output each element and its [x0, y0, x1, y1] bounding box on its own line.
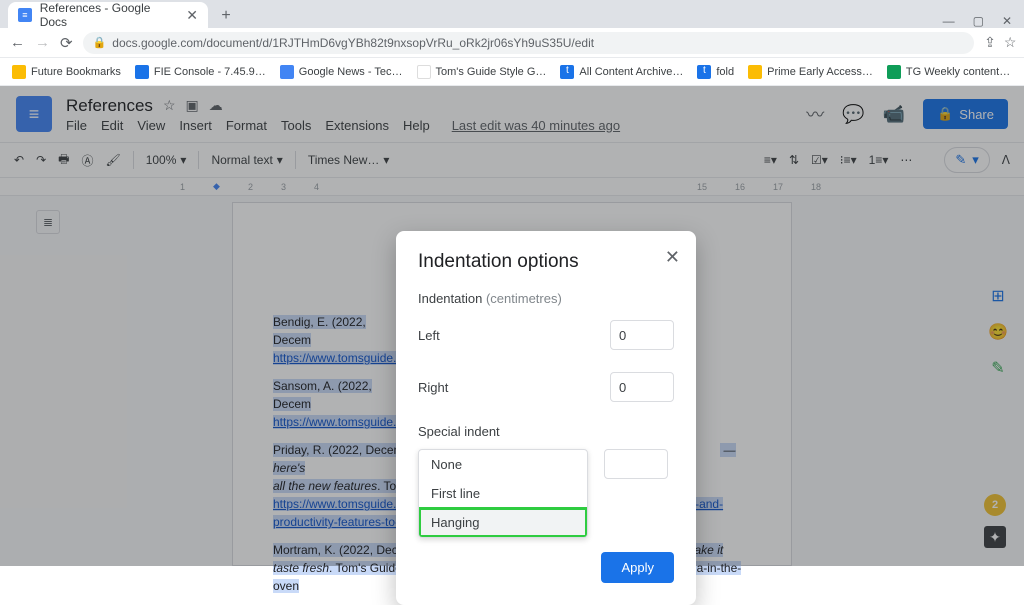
bookmark-item[interactable]: Google News - Tec…	[280, 65, 403, 79]
tab-title: References - Google Docs	[40, 1, 179, 29]
option-first-line[interactable]: First line	[419, 479, 587, 508]
sheets-icon	[887, 65, 901, 79]
browser-tab[interactable]: ≡ References - Google Docs ✕	[8, 2, 208, 28]
site-icon	[135, 65, 149, 79]
right-indent-input[interactable]	[610, 372, 674, 402]
bookmarks-bar: Future Bookmarks FIE Console - 7.45.9… G…	[0, 58, 1024, 86]
url-text: docs.google.com/document/d/1RJTHmD6vgYBh…	[112, 36, 594, 50]
site-icon: t	[560, 65, 574, 79]
minimize-icon[interactable]: —	[943, 14, 955, 28]
bookmark-item[interactable]: TG Weekly content…	[887, 65, 1010, 79]
browser-tabstrip: ≡ References - Google Docs ✕ + — ▢ ✕	[0, 0, 1024, 28]
back-icon[interactable]: ←	[10, 34, 25, 51]
docs-app: ≡ References ☆ ▣ ☁ File Edit View Insert…	[0, 86, 1024, 566]
site-icon: t	[697, 65, 711, 79]
share-page-icon[interactable]: ⇪	[984, 34, 996, 51]
window-controls: — ▢ ✕	[943, 14, 1024, 28]
folder-icon	[12, 65, 26, 79]
apply-button[interactable]: Apply	[601, 552, 674, 583]
indentation-section-label: Indentation (centimetres)	[418, 291, 674, 306]
close-window-icon[interactable]: ✕	[1002, 14, 1012, 28]
special-indent-dropdown: None First line Hanging	[418, 449, 588, 538]
bookmark-item[interactable]: tAll Content Archive…	[560, 65, 683, 79]
bookmark-item[interactable]: tfold	[697, 65, 734, 79]
bookmark-item[interactable]: Prime Early Access…	[748, 65, 873, 79]
lock-icon: 🔒	[93, 36, 107, 49]
bookmark-item[interactable]: Future Bookmarks	[12, 65, 121, 79]
google-icon	[417, 65, 431, 79]
close-tab-icon[interactable]: ✕	[186, 7, 198, 24]
forward-icon[interactable]: →	[35, 34, 50, 51]
left-indent-label: Left	[418, 328, 440, 343]
indentation-options-dialog: ✕ Indentation options Indentation (centi…	[396, 231, 696, 605]
star-icon[interactable]: ☆	[1004, 34, 1017, 51]
special-indent-value-input[interactable]	[604, 449, 668, 479]
maximize-icon[interactable]: ▢	[973, 14, 984, 28]
left-indent-input[interactable]	[610, 320, 674, 350]
extension-icons: ⇪ ☆ ⛓ H ◧ β ◆ II ✦ ☰ ▣ ⋮	[984, 33, 1024, 53]
bookmark-item[interactable]: Tom's Guide Style G…	[417, 65, 547, 79]
option-hanging[interactable]: Hanging	[419, 508, 587, 537]
site-icon	[280, 65, 294, 79]
reload-icon[interactable]: ⟳	[60, 34, 73, 52]
url-box[interactable]: 🔒 docs.google.com/document/d/1RJTHmD6vgY…	[83, 32, 975, 54]
site-icon	[748, 65, 762, 79]
close-dialog-icon[interactable]: ✕	[665, 247, 680, 268]
docs-favicon-icon: ≡	[18, 8, 32, 22]
right-indent-label: Right	[418, 380, 448, 395]
special-indent-label: Special indent	[418, 424, 674, 439]
bookmark-item[interactable]: FIE Console - 7.45.9…	[135, 65, 266, 79]
dialog-title: Indentation options	[418, 251, 674, 273]
address-bar: ← → ⟳ 🔒 docs.google.com/document/d/1RJTH…	[0, 28, 1024, 58]
new-tab-button[interactable]: +	[214, 4, 238, 28]
option-none[interactable]: None	[419, 450, 587, 479]
